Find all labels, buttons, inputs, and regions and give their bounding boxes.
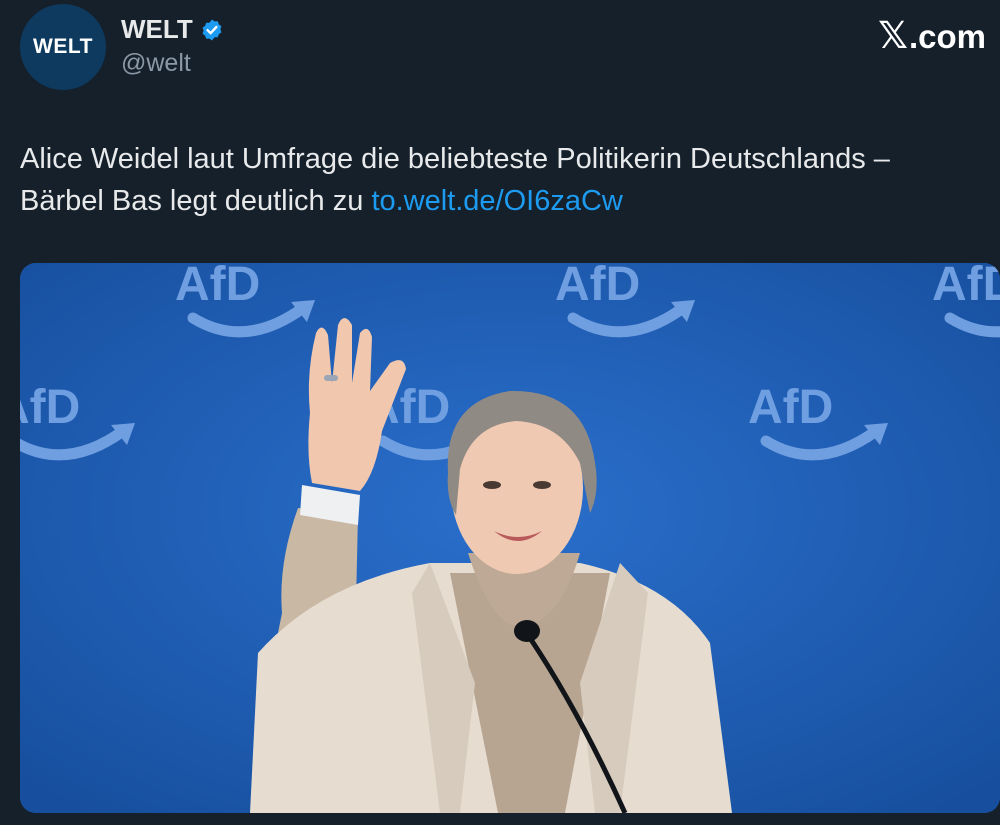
tweet-line-1: Alice Weidel laut Umfrage die beliebtest… [20, 143, 890, 175]
tweet-text: Alice Weidel laut Umfrage die beliebtest… [20, 138, 980, 222]
media-photo: AfD [20, 263, 1000, 813]
avatar-logo-text: WELT [33, 35, 93, 58]
x-com-watermark: 𝕏 .com [878, 14, 986, 57]
x-logo-icon: 𝕏 [878, 15, 908, 56]
avatar[interactable]: WELT [20, 4, 106, 90]
tweet-line-2-text: Bärbel Bas legt deutlich zu [20, 185, 372, 217]
tweet-link[interactable]: to.welt.de/OI6zaCw [371, 185, 622, 217]
verified-badge-icon [202, 19, 222, 40]
tweet-line-2: Bärbel Bas legt deutlich zu to.welt.de/O… [20, 180, 980, 222]
x-com-suffix: .com [908, 18, 986, 55]
display-name[interactable]: WELT [121, 14, 193, 45]
user-handle[interactable]: @welt [121, 49, 191, 78]
author-name-row: WELT [121, 14, 224, 45]
tweet-media-image[interactable]: AfD [20, 263, 1000, 813]
